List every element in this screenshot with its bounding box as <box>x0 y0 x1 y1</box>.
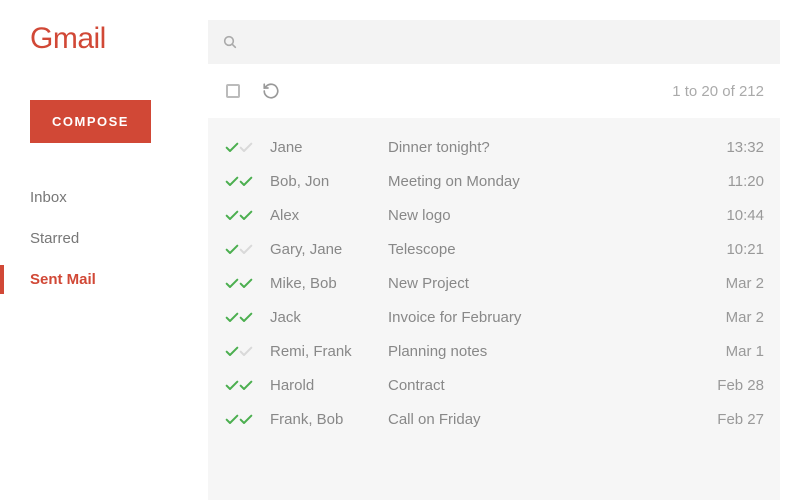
read-receipt-icon <box>224 139 270 155</box>
message-subject: Dinner tonight? <box>388 139 694 156</box>
read-receipt-icon <box>224 411 270 427</box>
message-sender: Alex <box>270 207 388 224</box>
nav-item-sent[interactable]: Sent Mail <box>0 259 200 300</box>
message-time: Feb 27 <box>694 411 764 428</box>
message-row[interactable]: Frank, BobCall on FridayFeb 27 <box>208 402 780 436</box>
message-sender: Harold <box>270 377 388 394</box>
message-row[interactable]: JackInvoice for FebruaryMar 2 <box>208 300 780 334</box>
message-time: Mar 1 <box>694 343 764 360</box>
message-sender: Gary, Jane <box>270 241 388 258</box>
message-row[interactable]: Remi, FrankPlanning notesMar 1 <box>208 334 780 368</box>
nav-list: Inbox Starred Sent Mail <box>0 177 200 300</box>
read-receipt-icon <box>224 377 270 393</box>
compose-button[interactable]: COMPOSE <box>30 100 151 143</box>
search-icon <box>222 34 238 50</box>
main-pane: 1 to 20 of 212 JaneDinner tonight?13:32B… <box>200 0 800 500</box>
message-sender: Jane <box>270 139 388 156</box>
list-toolbar: 1 to 20 of 212 <box>208 64 780 118</box>
pagination-range: 1 to 20 of 212 <box>672 83 776 100</box>
message-list: JaneDinner tonight?13:32Bob, JonMeeting … <box>208 118 780 500</box>
read-receipt-icon <box>224 241 270 257</box>
read-receipt-icon <box>224 275 270 291</box>
message-time: Feb 28 <box>694 377 764 394</box>
message-subject: New logo <box>388 207 694 224</box>
message-time: Mar 2 <box>694 275 764 292</box>
read-receipt-icon <box>224 309 270 325</box>
select-all-checkbox[interactable] <box>226 84 240 98</box>
message-row[interactable]: HaroldContractFeb 28 <box>208 368 780 402</box>
nav-item-starred[interactable]: Starred <box>0 218 200 259</box>
message-row[interactable]: AlexNew logo10:44 <box>208 198 780 232</box>
message-sender: Remi, Frank <box>270 343 388 360</box>
message-time: Mar 2 <box>694 309 764 326</box>
message-subject: Invoice for February <box>388 309 694 326</box>
message-time: 10:21 <box>694 241 764 258</box>
message-sender: Mike, Bob <box>270 275 388 292</box>
message-subject: Meeting on Monday <box>388 173 694 190</box>
message-subject: Call on Friday <box>388 411 694 428</box>
message-sender: Frank, Bob <box>270 411 388 428</box>
message-subject: New Project <box>388 275 694 292</box>
message-subject: Planning notes <box>388 343 694 360</box>
message-row[interactable]: JaneDinner tonight?13:32 <box>208 130 780 164</box>
message-subject: Telescope <box>388 241 694 258</box>
app-logo: Gmail <box>0 22 200 56</box>
search-input[interactable] <box>238 20 766 64</box>
message-time: 11:20 <box>694 173 764 190</box>
message-subject: Contract <box>388 377 694 394</box>
read-receipt-icon <box>224 343 270 359</box>
read-receipt-icon <box>224 207 270 223</box>
message-sender: Bob, Jon <box>270 173 388 190</box>
refresh-button[interactable] <box>262 82 280 100</box>
read-receipt-icon <box>224 173 270 189</box>
search-bar[interactable] <box>208 20 780 64</box>
message-row[interactable]: Bob, JonMeeting on Monday11:20 <box>208 164 780 198</box>
message-time: 10:44 <box>694 207 764 224</box>
nav-item-inbox[interactable]: Inbox <box>0 177 200 218</box>
message-time: 13:32 <box>694 139 764 156</box>
message-row[interactable]: Gary, JaneTelescope10:21 <box>208 232 780 266</box>
message-sender: Jack <box>270 309 388 326</box>
sidebar: Gmail COMPOSE Inbox Starred Sent Mail <box>0 0 200 500</box>
message-row[interactable]: Mike, BobNew ProjectMar 2 <box>208 266 780 300</box>
